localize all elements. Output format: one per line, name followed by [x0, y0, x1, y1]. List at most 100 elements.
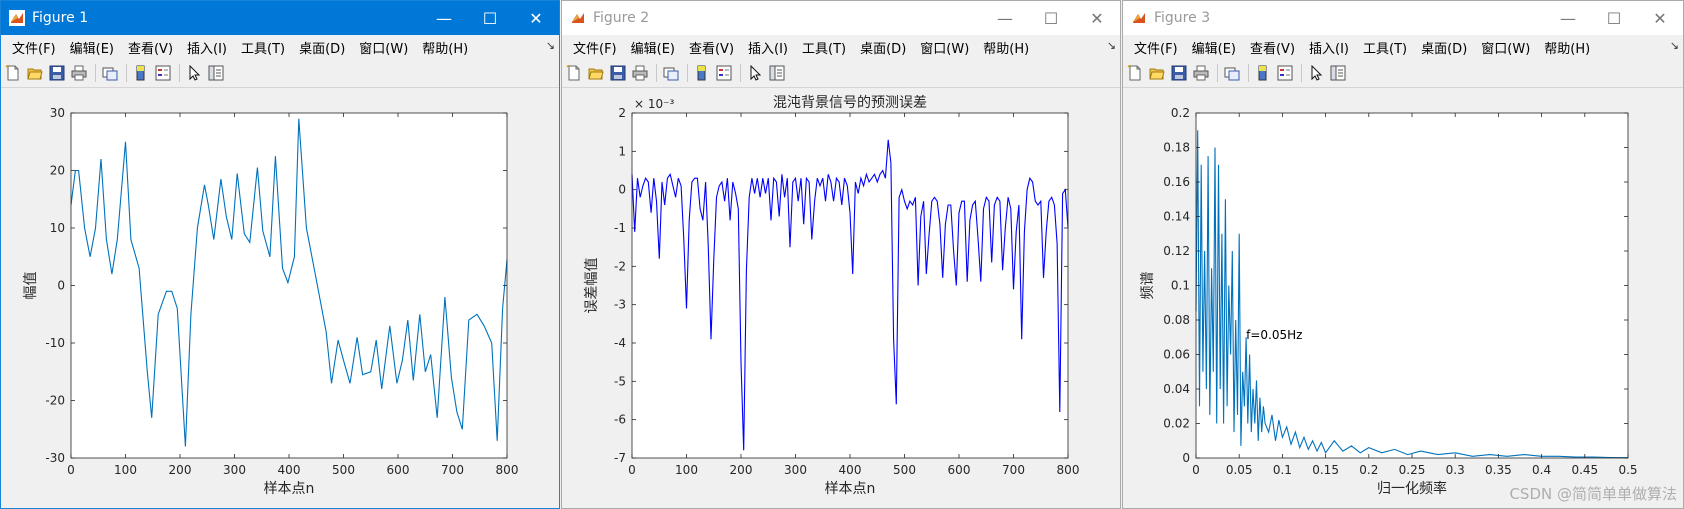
menu-edit[interactable]: 编辑(E)	[63, 38, 121, 57]
dock-arrow-icon[interactable]: ↘	[1670, 39, 1679, 52]
menu-desktop[interactable]: 桌面(D)	[292, 38, 352, 57]
minimize-icon: —	[1560, 8, 1576, 28]
menu-window[interactable]: 窗口(W)	[913, 38, 976, 57]
pointer-button[interactable]	[1306, 63, 1326, 83]
maximize-button[interactable]: ☐	[467, 1, 513, 35]
pointer-button[interactable]	[745, 63, 765, 83]
print-button[interactable]	[630, 63, 650, 83]
menu-help[interactable]: 帮助(H)	[415, 38, 475, 57]
menu-view[interactable]: 查看(V)	[682, 38, 741, 57]
menu-view[interactable]: 查看(V)	[121, 38, 180, 57]
new-figure-button[interactable]	[3, 63, 23, 83]
figure-window-1[interactable]: Figure 1 — ☐ ✕ 文件(F) 编辑(E) 查看(V) 插入(I) 工…	[0, 0, 560, 509]
menu-file[interactable]: 文件(F)	[566, 38, 624, 57]
property-editor-button[interactable]	[1328, 63, 1348, 83]
toolbar	[1123, 59, 1683, 88]
close-icon: ✕	[1653, 8, 1667, 28]
title-bar[interactable]: Figure 1 — ☐ ✕	[1, 1, 559, 35]
minimize-button[interactable]: —	[421, 1, 467, 35]
menu-file[interactable]: 文件(F)	[5, 38, 63, 57]
open-file-button[interactable]	[1147, 63, 1167, 83]
save-button[interactable]	[608, 63, 628, 83]
close-button[interactable]: ✕	[1637, 1, 1683, 35]
save-button[interactable]	[47, 63, 67, 83]
new-figure-button[interactable]	[1125, 63, 1145, 83]
link-plot-button[interactable]	[661, 63, 681, 83]
print-button[interactable]	[69, 63, 89, 83]
menu-insert[interactable]: 插入(I)	[741, 38, 795, 57]
open-file-icon	[27, 68, 43, 80]
menu-desktop[interactable]: 桌面(D)	[1414, 38, 1474, 57]
minimize-button[interactable]: —	[1545, 1, 1591, 35]
colorbar-button[interactable]	[1253, 63, 1273, 83]
save-icon	[49, 65, 65, 81]
figure-window-3[interactable]: Figure 3 — ☐ ✕ 文件(F) 编辑(E) 查看(V) 插入(I) 工…	[1122, 0, 1684, 509]
menu-help[interactable]: 帮助(H)	[1537, 38, 1597, 57]
matlab-icon	[9, 10, 25, 26]
menu-help[interactable]: 帮助(H)	[976, 38, 1036, 57]
close-button[interactable]: ✕	[513, 1, 559, 35]
open-file-button[interactable]	[586, 63, 606, 83]
figure-window-2[interactable]: Figure 2 — ☐ ✕ 文件(F) 编辑(E) 查看(V) 插入(I) 工…	[561, 0, 1121, 509]
menu-tools[interactable]: 工具(T)	[795, 38, 853, 57]
maximize-button[interactable]: ☐	[1591, 1, 1637, 35]
menu-file[interactable]: 文件(F)	[1127, 38, 1185, 57]
menu-tools[interactable]: 工具(T)	[234, 38, 292, 57]
print-icon	[71, 65, 87, 81]
x-tick-label: 700	[441, 463, 464, 477]
y-tick-label: 0	[1182, 451, 1190, 465]
axes-background	[632, 113, 1068, 458]
x-tick-label: 400	[278, 463, 301, 477]
title-bar[interactable]: Figure 2 — ☐ ✕	[562, 1, 1120, 35]
property-editor-button[interactable]	[767, 63, 787, 83]
pointer-button[interactable]	[184, 63, 204, 83]
toolbar	[562, 59, 1120, 88]
chart-title: 混沌背景信号的预测误差	[773, 95, 927, 111]
toolbar-separator	[687, 64, 688, 82]
dock-arrow-icon[interactable]: ↘	[1107, 39, 1116, 52]
menu-edit[interactable]: 编辑(E)	[624, 38, 682, 57]
x-tick-label: 0.05	[1226, 463, 1253, 477]
legend-button[interactable]	[714, 63, 734, 83]
menu-edit[interactable]: 编辑(E)	[1185, 38, 1243, 57]
save-button[interactable]	[1169, 63, 1189, 83]
link-plot-icon	[1224, 67, 1240, 81]
legend-button[interactable]	[1275, 63, 1295, 83]
y-axis-label: 误差幅值	[584, 258, 600, 314]
toolbar-separator	[126, 64, 127, 82]
title-bar[interactable]: Figure 3 — ☐ ✕	[1123, 1, 1683, 35]
link-plot-button[interactable]	[100, 63, 120, 83]
y-tick-label: -7	[614, 451, 626, 465]
figure-canvas[interactable]: 0 100 200 300 400 500 600 700 800 -30 -20 -10 0 10 20 3…	[1, 88, 559, 508]
new-figure-button[interactable]	[564, 63, 584, 83]
y-tick-label: -4	[614, 336, 626, 350]
close-button[interactable]: ✕	[1074, 1, 1120, 35]
legend-button[interactable]	[153, 63, 173, 83]
menu-insert[interactable]: 插入(I)	[1302, 38, 1356, 57]
minimize-button[interactable]: —	[982, 1, 1028, 35]
new-figure-icon	[5, 65, 19, 81]
menu-window[interactable]: 窗口(W)	[352, 38, 415, 57]
link-plot-icon	[102, 67, 118, 81]
menu-tools[interactable]: 工具(T)	[1356, 38, 1414, 57]
figure-canvas[interactable]: 0 0.05 0.1 0.15 0.2 0.25 0.3 0.35 0.4 0.45 0.5 0 0.0…	[1123, 88, 1683, 508]
print-button[interactable]	[1191, 63, 1211, 83]
y-tick-label: 0.06	[1163, 348, 1190, 362]
colorbar-button[interactable]	[692, 63, 712, 83]
colorbar-button[interactable]	[131, 63, 151, 83]
y-tick-label: 1	[618, 144, 626, 158]
dock-arrow-icon[interactable]: ↘	[546, 39, 555, 52]
menu-view[interactable]: 查看(V)	[1243, 38, 1302, 57]
menu-desktop[interactable]: 桌面(D)	[853, 38, 913, 57]
property-editor-button[interactable]	[206, 63, 226, 83]
link-plot-button[interactable]	[1222, 63, 1242, 83]
y-tick-label: 0.08	[1163, 313, 1190, 327]
window-title: Figure 2	[593, 10, 650, 26]
menu-insert[interactable]: 插入(I)	[180, 38, 234, 57]
open-file-button[interactable]	[25, 63, 45, 83]
maximize-button[interactable]: ☐	[1028, 1, 1074, 35]
menu-window[interactable]: 窗口(W)	[1474, 38, 1537, 57]
maximize-icon: ☐	[1606, 8, 1622, 28]
figure-canvas[interactable]: 0 100 200 300 400 500 600 700 800 -7 -6 -5 -4 -3 -2 -1 0…	[562, 88, 1120, 508]
save-icon	[1171, 65, 1187, 81]
